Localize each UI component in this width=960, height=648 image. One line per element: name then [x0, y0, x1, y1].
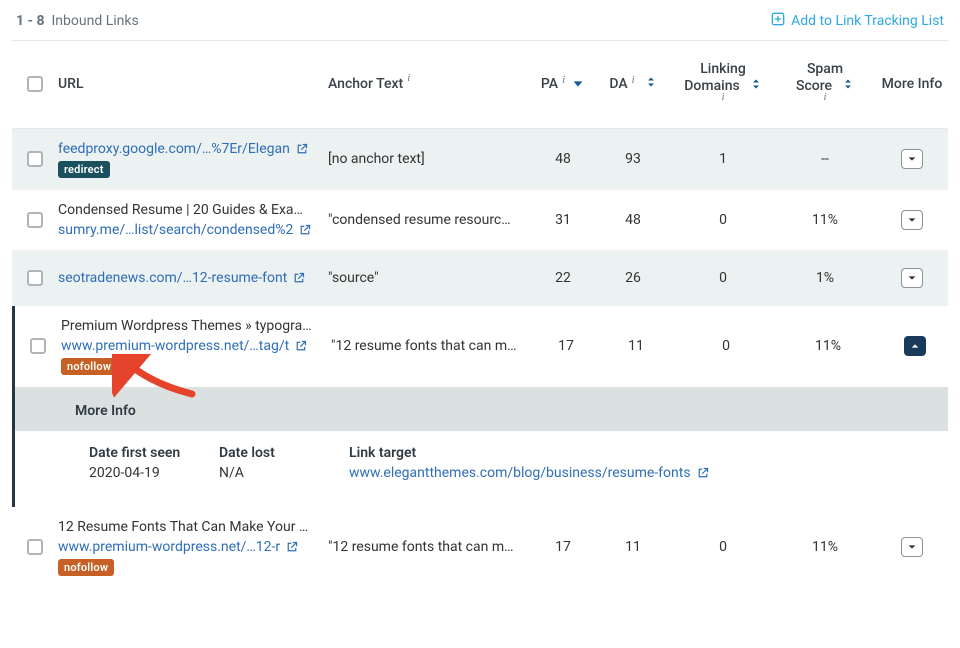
- sort-chevrons-icon: [750, 78, 762, 95]
- da-value: 48: [598, 212, 668, 228]
- col-anchor-text[interactable]: Anchor Text i: [328, 76, 528, 94]
- table-row: feedproxy.google.com/…%7Er/Elegan redire…: [12, 129, 948, 190]
- date-first-seen-value: 2020-04-19: [89, 465, 219, 481]
- anchor-text: "condensed resume resourc…: [328, 212, 528, 228]
- table-row: Premium Wordpress Themes » typogra… www.…: [12, 306, 948, 387]
- more-info-toggle[interactable]: [901, 537, 923, 557]
- inbound-links-summary: 1 - 8 Inbound Links: [16, 13, 139, 29]
- anchor-text: [no anchor text]: [328, 151, 528, 167]
- more-info-toggle[interactable]: [901, 149, 923, 169]
- more-info-toggle[interactable]: [901, 210, 923, 230]
- expanded-panel: Date first seen Date lost Link target 20…: [12, 431, 948, 507]
- pa-value: 17: [528, 539, 598, 555]
- col-pa[interactable]: PA i: [528, 76, 598, 94]
- date-lost-value: N/A: [219, 465, 349, 481]
- expanded-header: More Info: [12, 387, 948, 431]
- info-icon[interactable]: i: [823, 91, 826, 104]
- anchor-text: "12 resume fonts that can m…: [328, 539, 528, 555]
- anchor-text: "source": [328, 270, 528, 286]
- external-link-icon: [296, 143, 308, 155]
- da-value: 26: [598, 270, 668, 286]
- row-url-link[interactable]: sumry.me/…list/search/condensed%2: [58, 222, 318, 238]
- da-value: 11: [598, 539, 668, 555]
- pa-value: 22: [528, 270, 598, 286]
- row-url-link[interactable]: www.premium-wordpress.net/…tag/t: [61, 338, 321, 354]
- link-target-link[interactable]: www.elegantthemes.com/blog/business/resu…: [349, 465, 709, 481]
- linking-domains-value: 0: [671, 338, 781, 354]
- external-link-icon: [286, 541, 298, 553]
- inbound-links-title: Inbound Links: [52, 13, 139, 29]
- info-icon[interactable]: i: [407, 72, 410, 86]
- col-spam-score[interactable]: Spam Score i: [778, 61, 872, 108]
- table-row: Condensed Resume | 20 Guides & Exa… sumr…: [12, 190, 948, 250]
- spam-score-value: 11%: [781, 338, 875, 354]
- row-url-link[interactable]: seotradenews.com/…12-resume-font: [58, 270, 318, 286]
- row-url-link[interactable]: feedproxy.google.com/…%7Er/Elegan: [58, 141, 318, 157]
- col-linking-domains[interactable]: Linking Domains i: [668, 61, 778, 108]
- table-body: feedproxy.google.com/…%7Er/Elegan redire…: [12, 129, 948, 588]
- row-title: Condensed Resume | 20 Guides & Exa…: [58, 202, 318, 218]
- row-checkbox[interactable]: [27, 539, 43, 555]
- linking-domains-value: 0: [668, 270, 778, 286]
- da-value: 11: [601, 338, 671, 354]
- spam-score-value: 11%: [778, 539, 872, 555]
- redirect-badge: redirect: [58, 161, 110, 178]
- add-to-tracking-label: Add to Link Tracking List: [791, 13, 944, 29]
- linking-domains-value: 0: [668, 212, 778, 228]
- info-icon[interactable]: i: [632, 74, 635, 88]
- external-link-icon: [295, 340, 307, 352]
- date-lost-label: Date lost: [219, 445, 349, 461]
- spam-score-value: 11%: [778, 212, 872, 228]
- col-da[interactable]: DA i: [598, 76, 668, 94]
- spam-score-value: 1%: [778, 270, 872, 286]
- row-url-link[interactable]: www.premium-wordpress.net/…12-r: [58, 539, 318, 555]
- info-icon[interactable]: i: [721, 91, 724, 104]
- nofollow-badge: nofollow: [61, 358, 117, 375]
- external-link-icon: [293, 272, 305, 284]
- linking-domains-value: 1: [668, 151, 778, 167]
- pa-value: 17: [531, 338, 601, 354]
- date-first-seen-label: Date first seen: [89, 445, 219, 461]
- anchor-text: "12 resume fonts that can m…: [331, 338, 531, 354]
- external-link-icon: [697, 467, 709, 479]
- table-row: seotradenews.com/…12-resume-font "source…: [12, 250, 948, 306]
- count-range: 1 - 8: [16, 13, 45, 29]
- link-target-label: Link target: [349, 445, 948, 461]
- row-title: 12 Resume Fonts That Can Make Your …: [58, 519, 318, 535]
- external-link-icon: [299, 224, 311, 236]
- pa-value: 48: [528, 151, 598, 167]
- table-row: 12 Resume Fonts That Can Make Your … www…: [12, 507, 948, 588]
- sort-chevrons-icon: [842, 78, 854, 95]
- row-checkbox[interactable]: [27, 151, 43, 167]
- row-checkbox[interactable]: [27, 212, 43, 228]
- chevron-down-icon: [571, 77, 585, 91]
- pa-value: 31: [528, 212, 598, 228]
- table-header: URL Anchor Text i PA i DA i: [12, 41, 948, 129]
- row-title: Premium Wordpress Themes » typogra…: [61, 318, 321, 334]
- more-info-toggle[interactable]: [901, 268, 923, 288]
- da-value: 93: [598, 151, 668, 167]
- sort-chevrons-icon: [645, 76, 657, 94]
- linking-domains-value: 0: [668, 539, 778, 555]
- add-to-tracking-button[interactable]: Add to Link Tracking List: [771, 12, 944, 30]
- info-icon[interactable]: i: [562, 74, 565, 88]
- col-more-info: More Info: [872, 76, 952, 94]
- plus-square-icon: [771, 12, 785, 30]
- select-all-checkbox[interactable]: [27, 76, 43, 92]
- spam-score-value: --: [778, 151, 872, 167]
- col-url[interactable]: URL: [58, 76, 328, 94]
- nofollow-badge: nofollow: [58, 559, 114, 576]
- row-checkbox[interactable]: [27, 270, 43, 286]
- more-info-toggle[interactable]: [904, 336, 926, 356]
- row-checkbox[interactable]: [30, 338, 46, 354]
